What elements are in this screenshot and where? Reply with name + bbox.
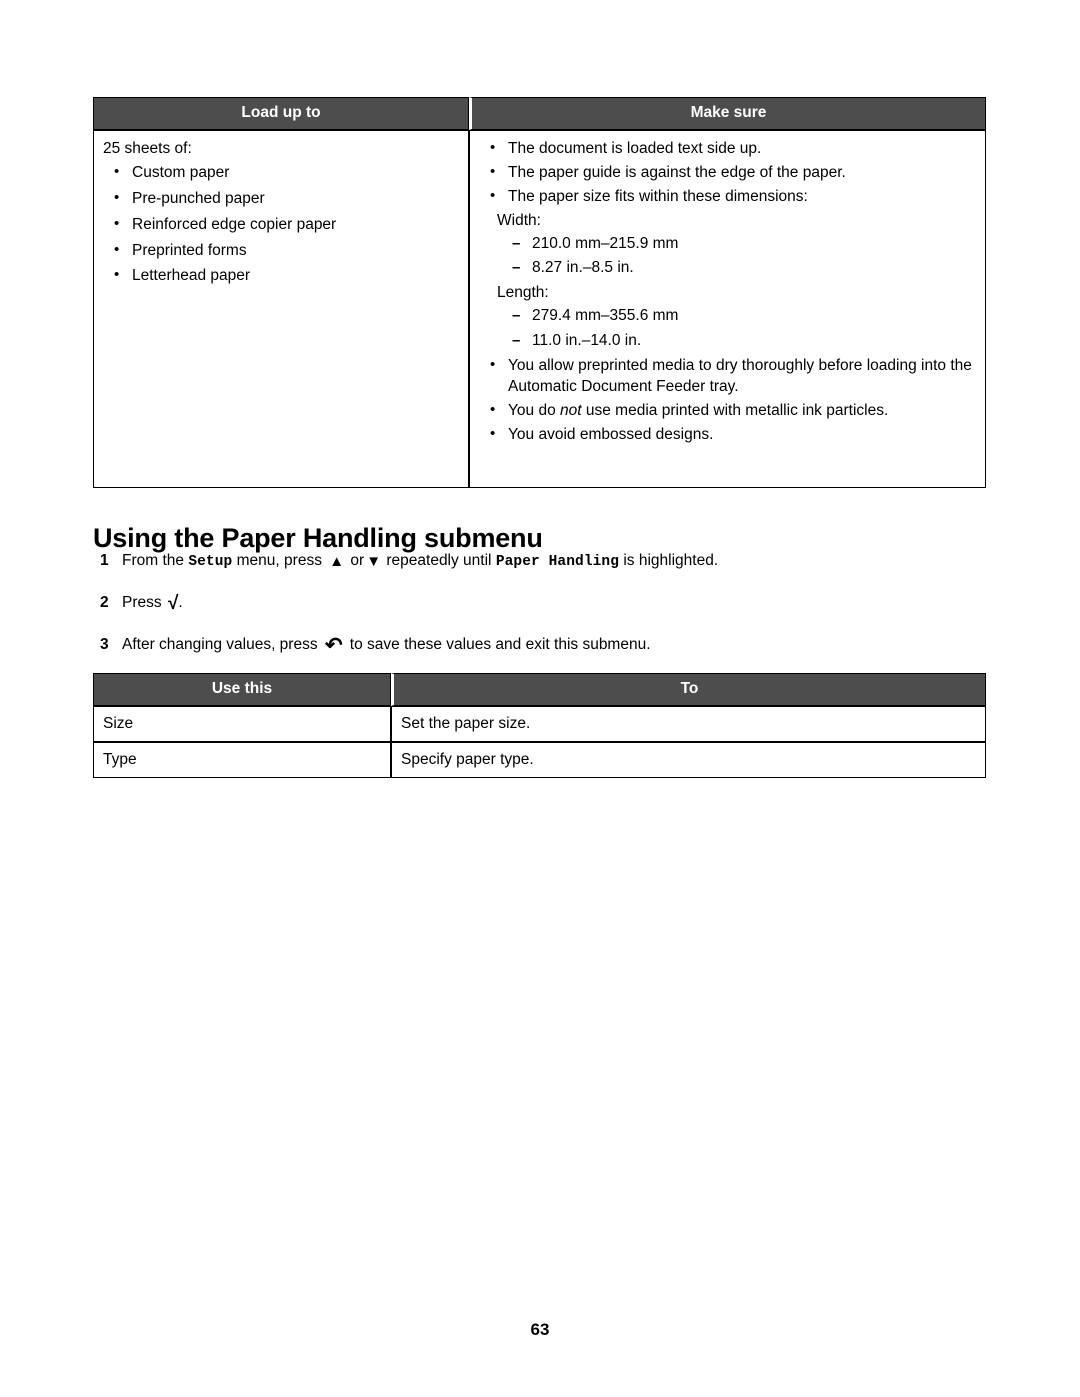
list-item: Pre-punched paper — [103, 188, 458, 210]
table-row: Type Specify paper type. — [93, 741, 986, 778]
make-sure-list: The document is loaded text side up. The… — [479, 138, 975, 208]
list-item-text-b: use media printed with metallic ink part… — [581, 401, 889, 419]
length-label: Length: — [497, 284, 549, 302]
cell-use-this: Size — [93, 705, 391, 742]
step-text-a: After changing values, press — [122, 636, 322, 653]
emphasis-not: not — [560, 401, 582, 419]
step-text-e: is highlighted. — [619, 552, 719, 569]
paper-handling-menu-table: Use this To Size Set the paper size. Typ… — [93, 673, 986, 778]
step-text-b: to save these values and exit this subme… — [345, 636, 651, 653]
cell-to: Specify paper type. — [391, 741, 986, 778]
load-intro-text: 25 sheets of: — [103, 139, 192, 157]
step-text-b: . — [178, 594, 183, 611]
step-3: 3 After changing values, press ↷ to save … — [100, 632, 651, 657]
list-item: You avoid embossed designs. — [479, 424, 975, 446]
table-header-row: Use this To — [93, 673, 986, 706]
menu-name-paper-handling: Paper Handling — [495, 554, 620, 570]
list-item: You do not use media printed with metall… — [479, 400, 975, 422]
step-number: 2 — [100, 594, 109, 611]
down-arrow-icon: ▼ — [366, 553, 382, 570]
table-row: Size Set the paper size. — [93, 705, 986, 742]
list-item: Letterhead paper — [103, 265, 458, 287]
load-guidelines-table: Load up to Make sure 25 sheets of: Custo… — [93, 97, 986, 488]
list-item: The document is loaded text side up. — [479, 138, 975, 160]
cell-make-sure: The document is loaded text side up. The… — [469, 129, 986, 488]
list-item: The paper guide is against the edge of t… — [479, 162, 975, 184]
list-item: Custom paper — [103, 162, 458, 184]
cell-to: Set the paper size. — [391, 705, 986, 742]
menu-name-setup: Setup — [188, 554, 233, 570]
width-label: Width: — [497, 211, 541, 229]
cell-load-up-to: 25 sheets of: Custom paper Pre-punched p… — [93, 129, 469, 488]
list-item: 210.0 mm–215.9 mm — [479, 234, 975, 255]
list-item: You allow preprinted media to dry thorou… — [479, 355, 975, 398]
column-header-make-sure: Make sure — [469, 97, 986, 130]
up-arrow-icon: ▲ — [329, 553, 345, 570]
document-page: Load up to Make sure 25 sheets of: Custo… — [0, 0, 1080, 1397]
step-number: 3 — [100, 636, 109, 653]
list-item-text-a: You do — [508, 401, 561, 419]
list-item: Reinforced edge copier paper — [103, 214, 458, 236]
list-item: Preprinted forms — [103, 240, 458, 262]
section-heading: Using the Paper Handling submenu — [93, 523, 543, 554]
cell-use-this: Type — [93, 741, 391, 778]
list-item: 8.27 in.–8.5 in. — [479, 258, 975, 279]
step-2: 2 Press √. — [100, 592, 183, 613]
column-header-use-this: Use this — [93, 673, 391, 706]
step-number: 1 — [100, 552, 109, 569]
column-header-load-up-to: Load up to — [93, 97, 469, 130]
make-sure-list-continued: You allow preprinted media to dry thorou… — [479, 355, 975, 446]
step-text-b: menu, press — [232, 552, 327, 569]
step-text-c: or — [346, 552, 365, 569]
step-text-a: Press — [122, 594, 166, 611]
width-range-list: 210.0 mm–215.9 mm 8.27 in.–8.5 in. — [479, 234, 975, 280]
table-header-row: Load up to Make sure — [93, 97, 986, 130]
step-text-d: repeatedly until — [382, 552, 496, 569]
length-range-list: 279.4 mm–355.6 mm 11.0 in.–14.0 in. — [479, 306, 975, 352]
list-item: The paper size fits within these dimensi… — [479, 186, 975, 208]
back-arrow-icon: ↷ — [324, 634, 343, 657]
select-checkmark-icon: √ — [167, 593, 179, 614]
load-media-list: Custom paper Pre-punched paper Reinforce… — [103, 162, 458, 288]
page-number: 63 — [530, 1320, 550, 1339]
step-1: 1 From the Setup menu, press ▲ or ▼ repeat… — [100, 551, 718, 572]
column-header-to: To — [391, 673, 986, 706]
step-text-a: From the — [122, 552, 189, 569]
list-item: 11.0 in.–14.0 in. — [479, 331, 975, 352]
list-item: 279.4 mm–355.6 mm — [479, 306, 975, 327]
table-row: 25 sheets of: Custom paper Pre-punched p… — [93, 129, 986, 488]
